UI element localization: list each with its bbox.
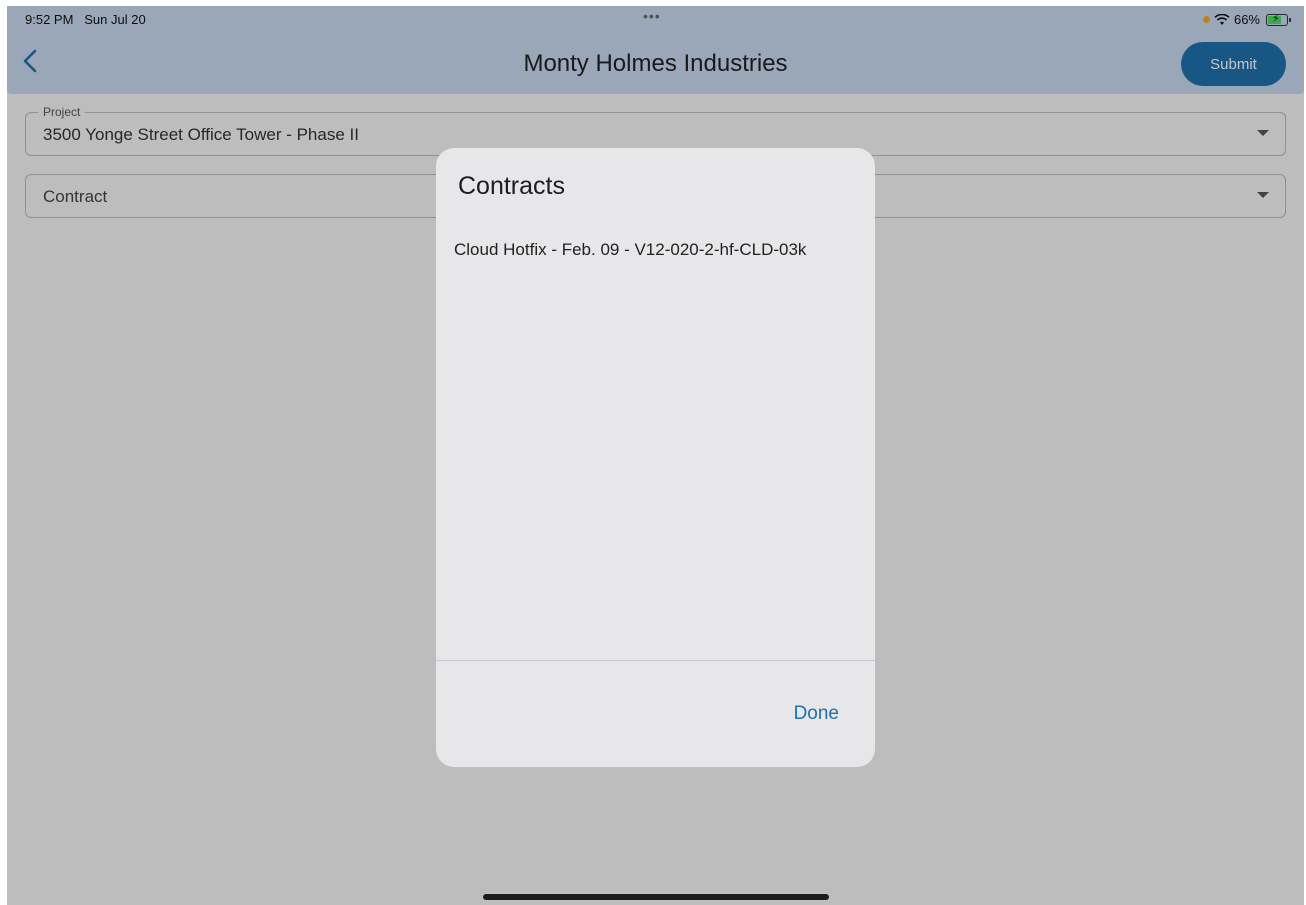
dialog-title: Contracts — [458, 172, 565, 200]
contracts-list: Cloud Hotfix - Feb. 09 - V12-020-2-hf-CL… — [436, 232, 875, 268]
done-button[interactable]: Done — [788, 702, 845, 726]
app-screen: 9:52 PM Sun Jul 20 ••• 66% ⚡ Monty Holme… — [7, 6, 1304, 905]
dialog-divider — [436, 660, 875, 661]
home-indicator[interactable] — [483, 894, 829, 900]
contracts-dialog: Contracts Cloud Hotfix - Feb. 09 - V12-0… — [436, 148, 875, 767]
list-item[interactable]: Cloud Hotfix - Feb. 09 - V12-020-2-hf-CL… — [436, 232, 875, 268]
